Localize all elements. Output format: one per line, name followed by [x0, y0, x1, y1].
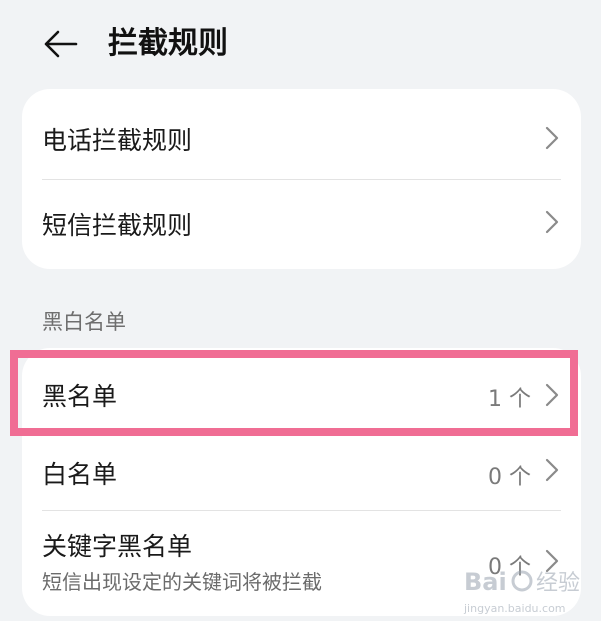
chevron-right-icon	[545, 458, 559, 482]
section-title-blacklist-whitelist: 黑白名单	[42, 310, 126, 334]
keyword-blacklist-description: 短信出现设定的关键词将被拦截	[42, 570, 322, 594]
blacklist-item[interactable]: 黑名单 1 个	[22, 348, 581, 436]
call-interception-rules-item[interactable]: 电话拦截规则	[22, 89, 581, 179]
sms-rules-label: 短信拦截规则	[42, 211, 193, 240]
chevron-right-icon	[545, 383, 559, 407]
page-title: 拦截规则	[108, 26, 228, 61]
chevron-right-icon	[545, 210, 559, 234]
chevron-right-icon	[545, 549, 559, 573]
sms-interception-rules-item[interactable]: 短信拦截规则	[22, 180, 581, 269]
app-header: 拦截规则	[0, 0, 601, 88]
call-rules-label: 电话拦截规则	[42, 126, 193, 155]
whitelist-item[interactable]: 白名单 0 个	[22, 436, 581, 510]
chevron-right-icon	[545, 126, 559, 150]
lists-card: 黑名单 1 个 白名单 0 个 关键字黑名单 短信出现设定的关键词将被拦截 0 …	[22, 348, 581, 616]
blacklist-label: 黑名单	[42, 382, 118, 411]
keyword-blacklist-item[interactable]: 关键字黑名单 短信出现设定的关键词将被拦截 0 个	[22, 511, 581, 616]
interception-rules-screen: 拦截规则 电话拦截规则 短信拦截规则 黑白名单 黑名单 1 个 白名单 0 个 …	[0, 0, 601, 621]
keyword-blacklist-label: 关键字黑名单	[42, 532, 193, 561]
back-button[interactable]	[36, 22, 84, 66]
blacklist-count: 1 个	[488, 387, 531, 412]
arrow-left-icon	[44, 30, 78, 58]
keyword-blacklist-count: 0 个	[488, 555, 531, 580]
whitelist-label: 白名单	[42, 460, 118, 489]
whitelist-count: 0 个	[488, 465, 531, 490]
rules-card: 电话拦截规则 短信拦截规则	[22, 89, 581, 269]
